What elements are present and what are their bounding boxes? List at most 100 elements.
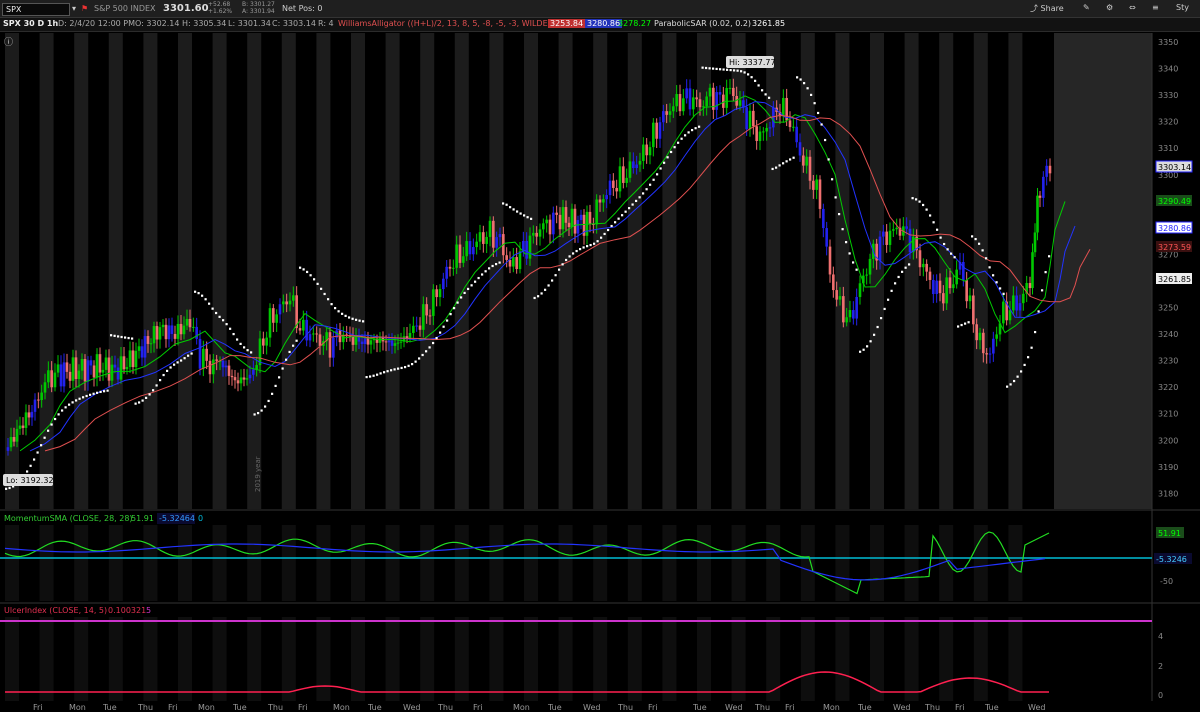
sar-dot — [505, 203, 508, 206]
sar-dot — [260, 409, 263, 412]
momentum-study-label[interactable]: MomentumSMA (CLOSE, 28, 28) — [4, 514, 133, 523]
sar-dot — [561, 263, 564, 266]
badge-last: 3303.14 — [1155, 160, 1193, 173]
time-axis-label: Tue — [367, 703, 382, 712]
session-band — [558, 33, 573, 509]
candle-body — [885, 231, 888, 245]
sar-dot — [498, 261, 501, 264]
candle-body — [432, 289, 435, 316]
sar-dot — [334, 307, 337, 310]
session-band — [74, 525, 89, 601]
candle-body — [992, 338, 995, 354]
sar-dot — [1041, 289, 1044, 292]
chart-area[interactable]: 3350334033303320331033003290328032703260… — [0, 0, 1200, 712]
svg-text:3280.86: 3280.86 — [1158, 224, 1191, 233]
candle-body — [564, 207, 568, 223]
sar-dot — [621, 214, 624, 217]
sar-dot — [981, 249, 984, 252]
candle-body — [702, 106, 705, 108]
candle-body — [224, 365, 228, 368]
session-band — [351, 525, 365, 601]
candle-body — [15, 428, 19, 442]
candle-body — [12, 437, 16, 442]
sar-dot — [306, 270, 309, 274]
candle-body — [173, 333, 177, 339]
sar-dot — [71, 401, 74, 404]
time-axis-label: Mon — [198, 703, 215, 712]
candle-body — [795, 126, 798, 143]
candle-body — [482, 232, 485, 244]
sar-dot — [827, 158, 830, 161]
sar-dot — [127, 336, 130, 340]
sar-dot — [495, 262, 498, 266]
session-band — [247, 617, 262, 701]
candle-body — [962, 261, 965, 281]
candle-body — [815, 179, 818, 190]
candle-body — [164, 324, 168, 340]
sar-dot — [715, 67, 718, 71]
sar-dot — [26, 470, 29, 473]
candle-body — [24, 412, 28, 428]
candle-body — [602, 199, 605, 203]
sar-dot — [169, 366, 172, 369]
candle-body — [535, 232, 538, 237]
ulcer-panel[interactable] — [0, 617, 1152, 701]
ulcer-header: UlcerIndex (CLOSE, 14, 5) 0.100321 5 — [4, 606, 151, 615]
candle-body — [1022, 293, 1025, 304]
candle-body — [86, 360, 90, 382]
sar-dot — [817, 111, 820, 115]
candle-body — [745, 107, 748, 130]
sar-dot — [5, 487, 8, 490]
lo-label-text: Lo: 3192.32 — [6, 476, 54, 485]
sar-dot — [869, 340, 872, 343]
session-band — [973, 617, 988, 701]
time-axis-label: Wed — [725, 703, 742, 712]
sar-dot — [936, 228, 939, 231]
candle-body — [369, 340, 373, 345]
session-band — [593, 617, 608, 701]
sar-dot — [698, 125, 701, 128]
candle-body — [80, 358, 84, 371]
candle-body — [485, 236, 488, 244]
svg-text:3290.49: 3290.49 — [1158, 197, 1191, 206]
lo-label: Lo: 3192.32 — [3, 474, 54, 486]
candle-body — [131, 350, 135, 368]
sar-dot — [1009, 383, 1012, 386]
candle-body — [143, 336, 147, 358]
sar-dot — [491, 264, 494, 268]
sar-dot — [113, 334, 116, 337]
candle-body — [798, 142, 802, 156]
sar-dot — [593, 242, 596, 245]
sar-dot — [337, 310, 340, 313]
session-band — [558, 617, 573, 701]
sar-dot — [803, 82, 806, 85]
momentum-panel[interactable] — [0, 525, 1152, 601]
sar-dot — [99, 390, 102, 394]
candle-body — [418, 325, 422, 330]
sar-dot — [915, 198, 918, 201]
sar-dot — [712, 67, 715, 70]
candle-body — [918, 250, 922, 268]
sar-dot — [428, 346, 431, 349]
badge-red: 3273.59 — [1156, 241, 1192, 252]
ulcer-study-label[interactable]: UlcerIndex (CLOSE, 14, 5) — [4, 606, 107, 615]
sar-dot — [719, 68, 722, 71]
session-band — [281, 33, 296, 509]
candle-body — [835, 290, 838, 300]
price-panel[interactable]: 3350334033303320331033003290328032703260… — [0, 33, 1200, 704]
time-axis-label: Fri — [785, 703, 795, 712]
time-axis-label: Mon — [333, 703, 350, 712]
candle-body — [692, 97, 695, 110]
candle-body — [828, 246, 832, 275]
candle-body — [845, 317, 848, 323]
sar-dot — [901, 270, 904, 273]
candle-body — [33, 399, 37, 412]
candle-body — [1031, 252, 1034, 289]
sar-dot — [246, 349, 249, 352]
info-icon[interactable]: ⓘ — [4, 37, 13, 48]
candle-body — [685, 88, 688, 99]
candle-body — [588, 211, 592, 224]
time-axis-label: Tue — [232, 703, 247, 712]
candle-body — [1002, 301, 1005, 324]
candle-body — [1048, 165, 1052, 174]
